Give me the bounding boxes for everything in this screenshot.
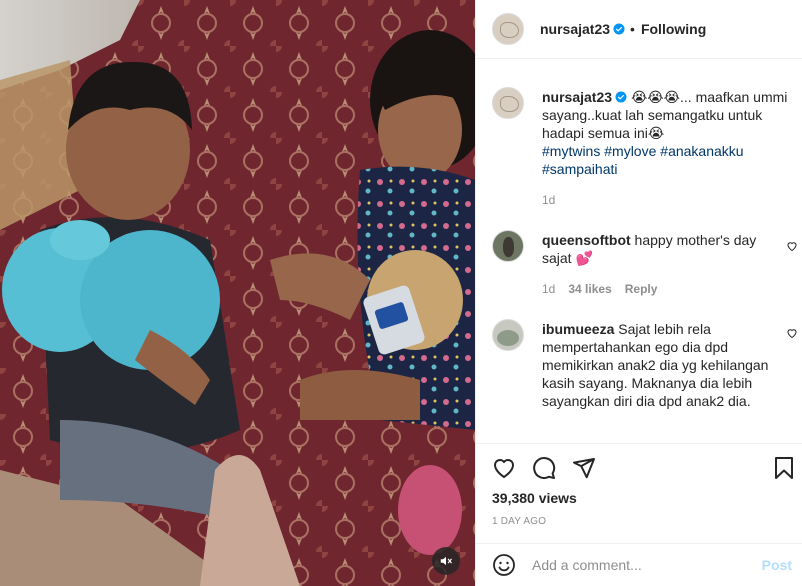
caption-meta: 1d	[542, 191, 788, 209]
post-header: nursajat23 • Following	[476, 0, 802, 59]
view-count[interactable]: 39,380 views	[492, 490, 577, 506]
caption-item: nursajat23 😭😭😭... maafkan ummi sayang..k…	[492, 87, 788, 209]
caption-age[interactable]: 1d	[542, 191, 555, 209]
comment-item: queensoftbot happy mother's day sajat 💕 …	[492, 230, 788, 298]
speaker-muted-icon	[440, 556, 452, 566]
caption-username[interactable]: nursajat23	[542, 89, 612, 105]
comment-item: ibumueeza Sajat lebih rela mempertahanka…	[492, 319, 788, 410]
like-comment-heart-icon[interactable]	[786, 240, 798, 252]
author-avatar[interactable]	[492, 13, 524, 45]
caption-hashtags: #mytwins #mylove #anakanakku #sampaihati	[542, 142, 788, 178]
hashtag-link[interactable]: #anakanakku	[660, 143, 743, 159]
post-video[interactable]	[0, 0, 475, 586]
hashtag-link[interactable]: #mytwins	[542, 143, 600, 159]
comment-bubble-icon[interactable]	[532, 456, 556, 480]
comment-composer: Post	[476, 543, 802, 586]
caption-author-avatar[interactable]	[492, 87, 524, 119]
like-heart-icon[interactable]	[492, 456, 516, 480]
comment-input[interactable]	[532, 557, 742, 573]
commenter-avatar[interactable]	[492, 230, 524, 262]
commenter-avatar[interactable]	[492, 319, 524, 351]
mute-toggle-button[interactable]	[432, 547, 460, 575]
comment-meta: 1d 34 likes Reply	[542, 280, 788, 298]
reply-button[interactable]: Reply	[625, 280, 658, 298]
comment-username[interactable]: queensoftbot	[542, 232, 631, 248]
post-actions: 39,380 views 1 DAY AGO	[476, 443, 802, 543]
author-username[interactable]: nursajat23	[540, 21, 610, 37]
post-sidebar: nursajat23 • Following nursajat23 😭😭😭...…	[475, 0, 802, 586]
post-date[interactable]: 1 DAY AGO	[492, 516, 546, 527]
comment-username[interactable]: ibumueeza	[542, 321, 614, 337]
comment-likes[interactable]: 34 likes	[568, 280, 611, 298]
comments-list[interactable]: nursajat23 😭😭😭... maafkan ummi sayang..k…	[476, 60, 802, 443]
emoji-picker-icon[interactable]	[492, 553, 516, 577]
comment-age[interactable]: 1d	[542, 280, 555, 298]
video-frame	[0, 0, 475, 586]
verified-badge-icon	[613, 23, 625, 35]
following-button[interactable]: Following	[641, 21, 706, 37]
hashtag-link[interactable]: #sampaihati	[542, 161, 618, 177]
verified-badge-icon	[615, 91, 627, 103]
hashtag-link[interactable]: #mylove	[604, 143, 656, 159]
like-comment-heart-icon[interactable]	[786, 327, 798, 339]
post-comment-button[interactable]: Post	[762, 557, 792, 573]
share-paper-plane-icon[interactable]	[572, 456, 596, 480]
header-separator: •	[630, 21, 635, 37]
bookmark-save-icon[interactable]	[772, 456, 796, 480]
